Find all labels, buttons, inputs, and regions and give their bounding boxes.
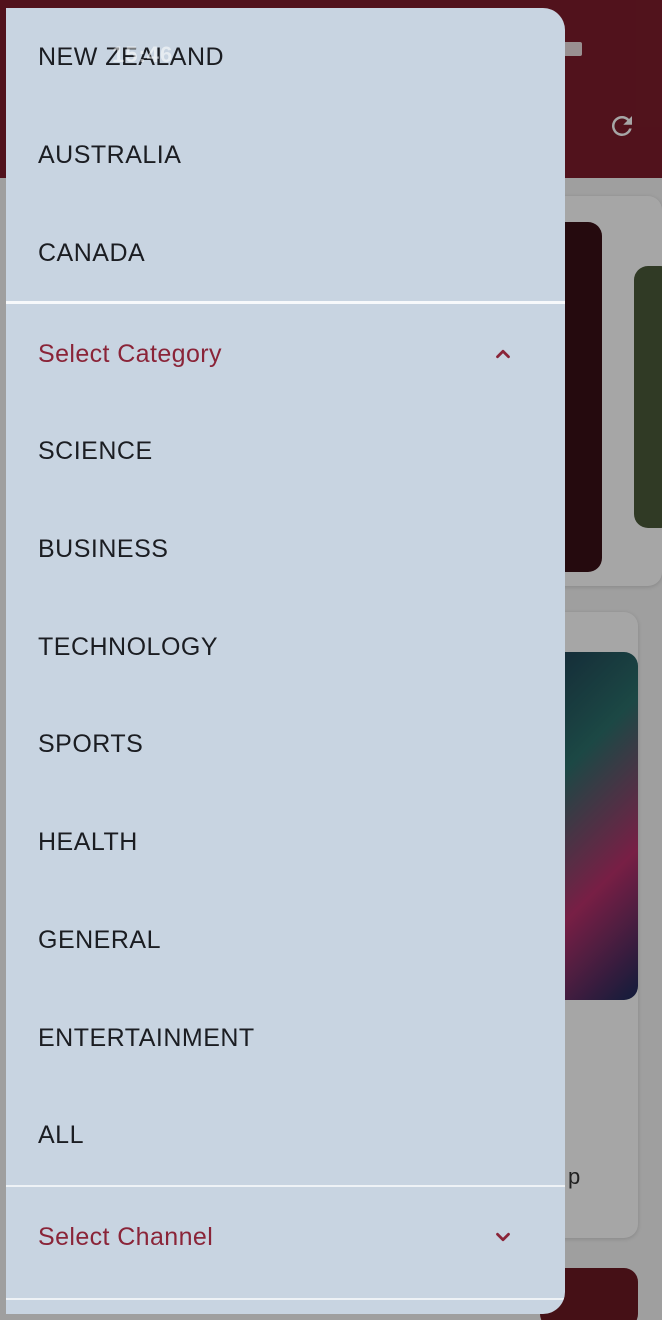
country-item[interactable]: CANADA [6, 204, 565, 302]
section-divider [6, 1185, 565, 1187]
category-item[interactable]: ENTERTAINMENT [6, 989, 565, 1087]
category-item[interactable]: ALL [6, 1086, 565, 1184]
category-item[interactable]: BUSINESS [6, 500, 565, 598]
category-item[interactable]: TECHNOLOGY [6, 598, 565, 696]
chevron-down-icon[interactable] [491, 1225, 515, 1249]
screen: p NEW ZEALAND AUSTRALIA CANADA Select Ca… [0, 0, 662, 1320]
section-divider [6, 301, 565, 304]
channel-section-label: Select Channel [38, 1222, 214, 1251]
status-time: 15:46 [112, 42, 174, 67]
country-item[interactable]: NEW ZEALAND [6, 8, 565, 106]
category-item[interactable]: SCIENCE [6, 402, 565, 500]
section-divider [6, 1298, 565, 1300]
category-item[interactable]: GENERAL [6, 891, 565, 989]
country-item[interactable]: AUSTRALIA [6, 106, 565, 204]
navigation-drawer: NEW ZEALAND AUSTRALIA CANADA Select Cate… [6, 8, 565, 1314]
category-item[interactable]: HEALTH [6, 793, 565, 891]
channel-section-header[interactable]: Select Channel [6, 1188, 565, 1286]
chevron-up-icon[interactable] [491, 342, 515, 366]
category-section-label: Select Category [38, 339, 222, 368]
category-item[interactable]: SPORTS [6, 695, 565, 793]
category-section-header[interactable]: Select Category [6, 305, 565, 403]
